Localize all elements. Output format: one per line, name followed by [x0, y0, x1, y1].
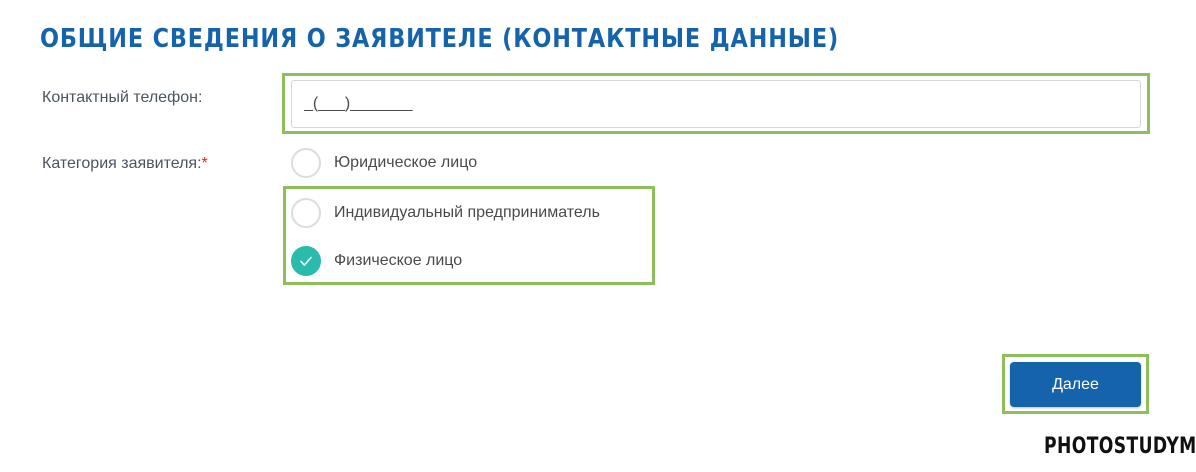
category-label-text: Категория заявителя: [42, 155, 202, 172]
radio-label-sole-proprietor: Индивидуальный предприниматель [334, 204, 600, 221]
radio-option-sole-proprietor[interactable]: Индивидуальный предприниматель [291, 198, 600, 228]
watermark-logo: PHOTOSTUDYME [1044, 434, 1196, 459]
phone-input[interactable] [291, 80, 1141, 128]
radio-option-individual[interactable]: Физическое лицо [291, 246, 462, 276]
applicant-contact-form: ОБЩИЕ СВЕДЕНИЯ О ЗАЯВИТЕЛЕ (КОНТАКТНЫЕ Д… [0, 0, 1196, 472]
required-asterisk: * [201, 155, 208, 172]
radio-option-legal-entity[interactable]: Юридическое лицо [291, 148, 477, 178]
radio-label-legal-entity: Юридическое лицо [334, 154, 478, 171]
page-title: ОБЩИЕ СВЕДЕНИЯ О ЗАЯВИТЕЛЕ (КОНТАКТНЫЕ Д… [40, 24, 840, 54]
radio-circle-checked[interactable] [291, 246, 321, 276]
check-icon [300, 256, 312, 266]
radio-circle[interactable] [291, 198, 321, 228]
radio-circle[interactable] [291, 148, 321, 178]
category-label: Категория заявителя:* [42, 155, 208, 173]
phone-label: Контактный телефон: [42, 89, 203, 106]
radio-label-individual: Физическое лицо [334, 252, 463, 269]
next-button[interactable]: Далее [1010, 362, 1141, 407]
